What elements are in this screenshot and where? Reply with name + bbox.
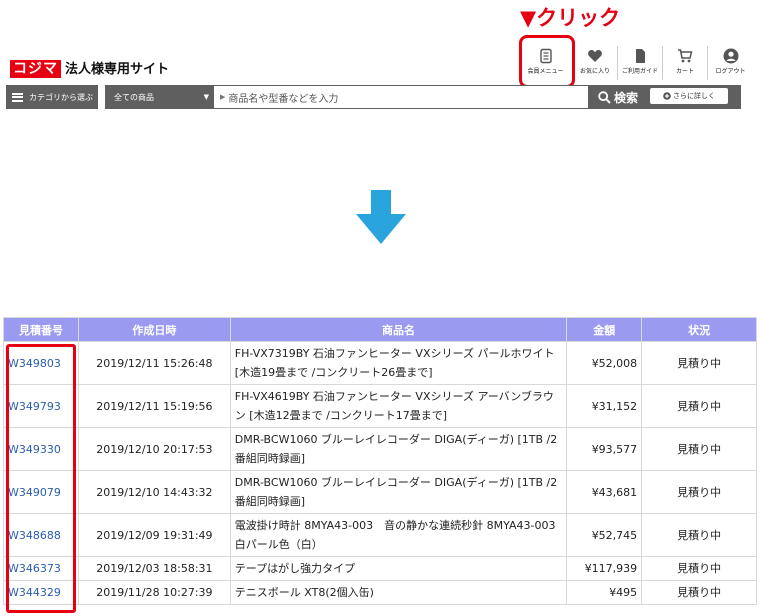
table-row: W349803 2019/12/11 15:26:48 FH-VX7319BY …: [3, 341, 757, 385]
amount: ¥52,008: [566, 341, 643, 385]
product-name: DMR-BCW1060 ブルーレイレコーダー DIGA(ディーガ) [1TB /…: [229, 427, 568, 471]
heart-icon: [588, 50, 602, 62]
product-name: FH-VX4619BY 石油ファンヒーター VXシリーズ アーバンブラウン [木…: [229, 384, 568, 428]
created-at: 2019/12/09 19:31:49: [77, 513, 231, 557]
col-header-amount[interactable]: 金額: [566, 317, 643, 342]
caret-right-icon: ▶: [220, 93, 226, 101]
site-logo[interactable]: コジマ 法人様専用サイト: [10, 60, 169, 78]
col-header-product[interactable]: 商品名: [229, 317, 568, 342]
table-row: W346373 2019/12/03 18:58:31 テープはがし強力タイプ …: [3, 556, 757, 581]
status: 見積り中: [641, 513, 757, 557]
amount: ¥117,939: [566, 556, 643, 581]
nav-cart-label: カート: [675, 68, 694, 75]
nav-guide-label: ご利用ガイド: [621, 68, 658, 75]
member-menu-highlight: [519, 35, 575, 88]
status: 見積り中: [641, 470, 757, 514]
user-icon: [723, 48, 738, 64]
nav-favorites-label: お気に入り: [579, 68, 610, 75]
status: 見積り中: [641, 341, 757, 385]
caret-down-icon: ▼: [203, 93, 209, 101]
created-at: 2019/12/11 15:26:48: [77, 341, 231, 385]
quote-number-column-highlight: [6, 344, 76, 613]
amount: ¥495: [566, 580, 643, 605]
cart-icon: [678, 49, 693, 63]
search-scope-select[interactable]: 全ての商品 ▼: [106, 86, 214, 108]
table-row: W349793 2019/12/11 15:19:56 FH-VX4619BY …: [3, 384, 757, 428]
plus-circle-icon: [663, 92, 671, 100]
site-subtitle: 法人様専用サイト: [65, 62, 170, 77]
col-header-quote-no[interactable]: 見積番号: [3, 317, 79, 342]
amount: ¥43,681: [566, 470, 643, 514]
category-button[interactable]: カテゴリから選ぶ: [6, 85, 98, 109]
search-input[interactable]: ▶ 商品名や型番などを入力: [214, 86, 588, 108]
product-name: DMR-BCW1060 ブルーレイレコーダー DIGA(ディーガ) [1TB /…: [229, 470, 568, 514]
search-button[interactable]: 検索: [588, 86, 648, 108]
product-name: テープはがし強力タイプ: [229, 556, 568, 581]
brand-logo-text: コジマ: [10, 60, 61, 78]
created-at: 2019/12/10 20:17:53: [77, 427, 231, 471]
product-name: FH-VX7319BY 石油ファンヒーター VXシリーズ パールホワイト [木造…: [229, 341, 568, 385]
nav-favorites[interactable]: お気に入り: [573, 46, 618, 80]
nav-guide[interactable]: ご利用ガイド: [618, 46, 663, 80]
amount: ¥31,152: [566, 384, 643, 428]
search-area: 全ての商品 ▼ ▶ 商品名や型番などを入力 検索 さらに詳しく: [105, 85, 741, 109]
search-bar: カテゴリから選ぶ 全ての商品 ▼ ▶ 商品名や型番などを入力 検索 さらに詳しく: [6, 85, 741, 109]
status: 見積り中: [641, 580, 757, 605]
created-at: 2019/11/28 10:27:39: [77, 580, 231, 605]
created-at: 2019/12/11 15:19:56: [77, 384, 231, 428]
click-annotation-label: ▼クリック: [520, 6, 621, 30]
advanced-search-label: さらに詳しく: [673, 92, 715, 100]
guide-icon: [636, 49, 645, 63]
amount: ¥52,745: [566, 513, 643, 557]
hamburger-icon: [12, 92, 23, 102]
down-arrow-icon: [356, 190, 406, 244]
product-name: テニスボール XT8(2個入缶): [229, 580, 568, 605]
advanced-search-button[interactable]: さらに詳しく: [650, 88, 728, 104]
nav-logout[interactable]: ログアウト: [708, 46, 753, 80]
status: 見積り中: [641, 384, 757, 428]
quote-history-table: 見積番号 作成日時 商品名 金額 状況 W349803 2019/12/11 1…: [3, 317, 757, 605]
status: 見積り中: [641, 556, 757, 581]
table-header-row: 見積番号 作成日時 商品名 金額 状況: [3, 317, 757, 342]
col-header-status[interactable]: 状況: [641, 317, 757, 342]
table-row: W349079 2019/12/10 14:43:32 DMR-BCW1060 …: [3, 470, 757, 514]
table-row: W348688 2019/12/09 19:31:49 電波掛け時計 8MYA4…: [3, 513, 757, 557]
category-button-label: カテゴリから選ぶ: [29, 92, 93, 102]
amount: ¥93,577: [566, 427, 643, 471]
col-header-created[interactable]: 作成日時: [77, 317, 231, 342]
status: 見積り中: [641, 427, 757, 471]
nav-logout-label: ログアウト: [715, 68, 746, 75]
search-button-label: 検索: [613, 90, 638, 105]
nav-cart[interactable]: カート: [663, 46, 708, 80]
table-row: W349330 2019/12/10 20:17:53 DMR-BCW1060 …: [3, 427, 757, 471]
created-at: 2019/12/03 18:58:31: [77, 556, 231, 581]
created-at: 2019/12/10 14:43:32: [77, 470, 231, 514]
table-row: W344329 2019/11/28 10:27:39 テニスボール XT8(2…: [3, 580, 757, 605]
search-icon: [598, 90, 611, 104]
product-name: 電波掛け時計 8MYA43-003 音の静かな連続秒針 8MYA43-003 白…: [229, 513, 568, 557]
search-scope-value: 全ての商品: [114, 92, 154, 102]
search-placeholder: 商品名や型番などを入力: [228, 93, 339, 105]
